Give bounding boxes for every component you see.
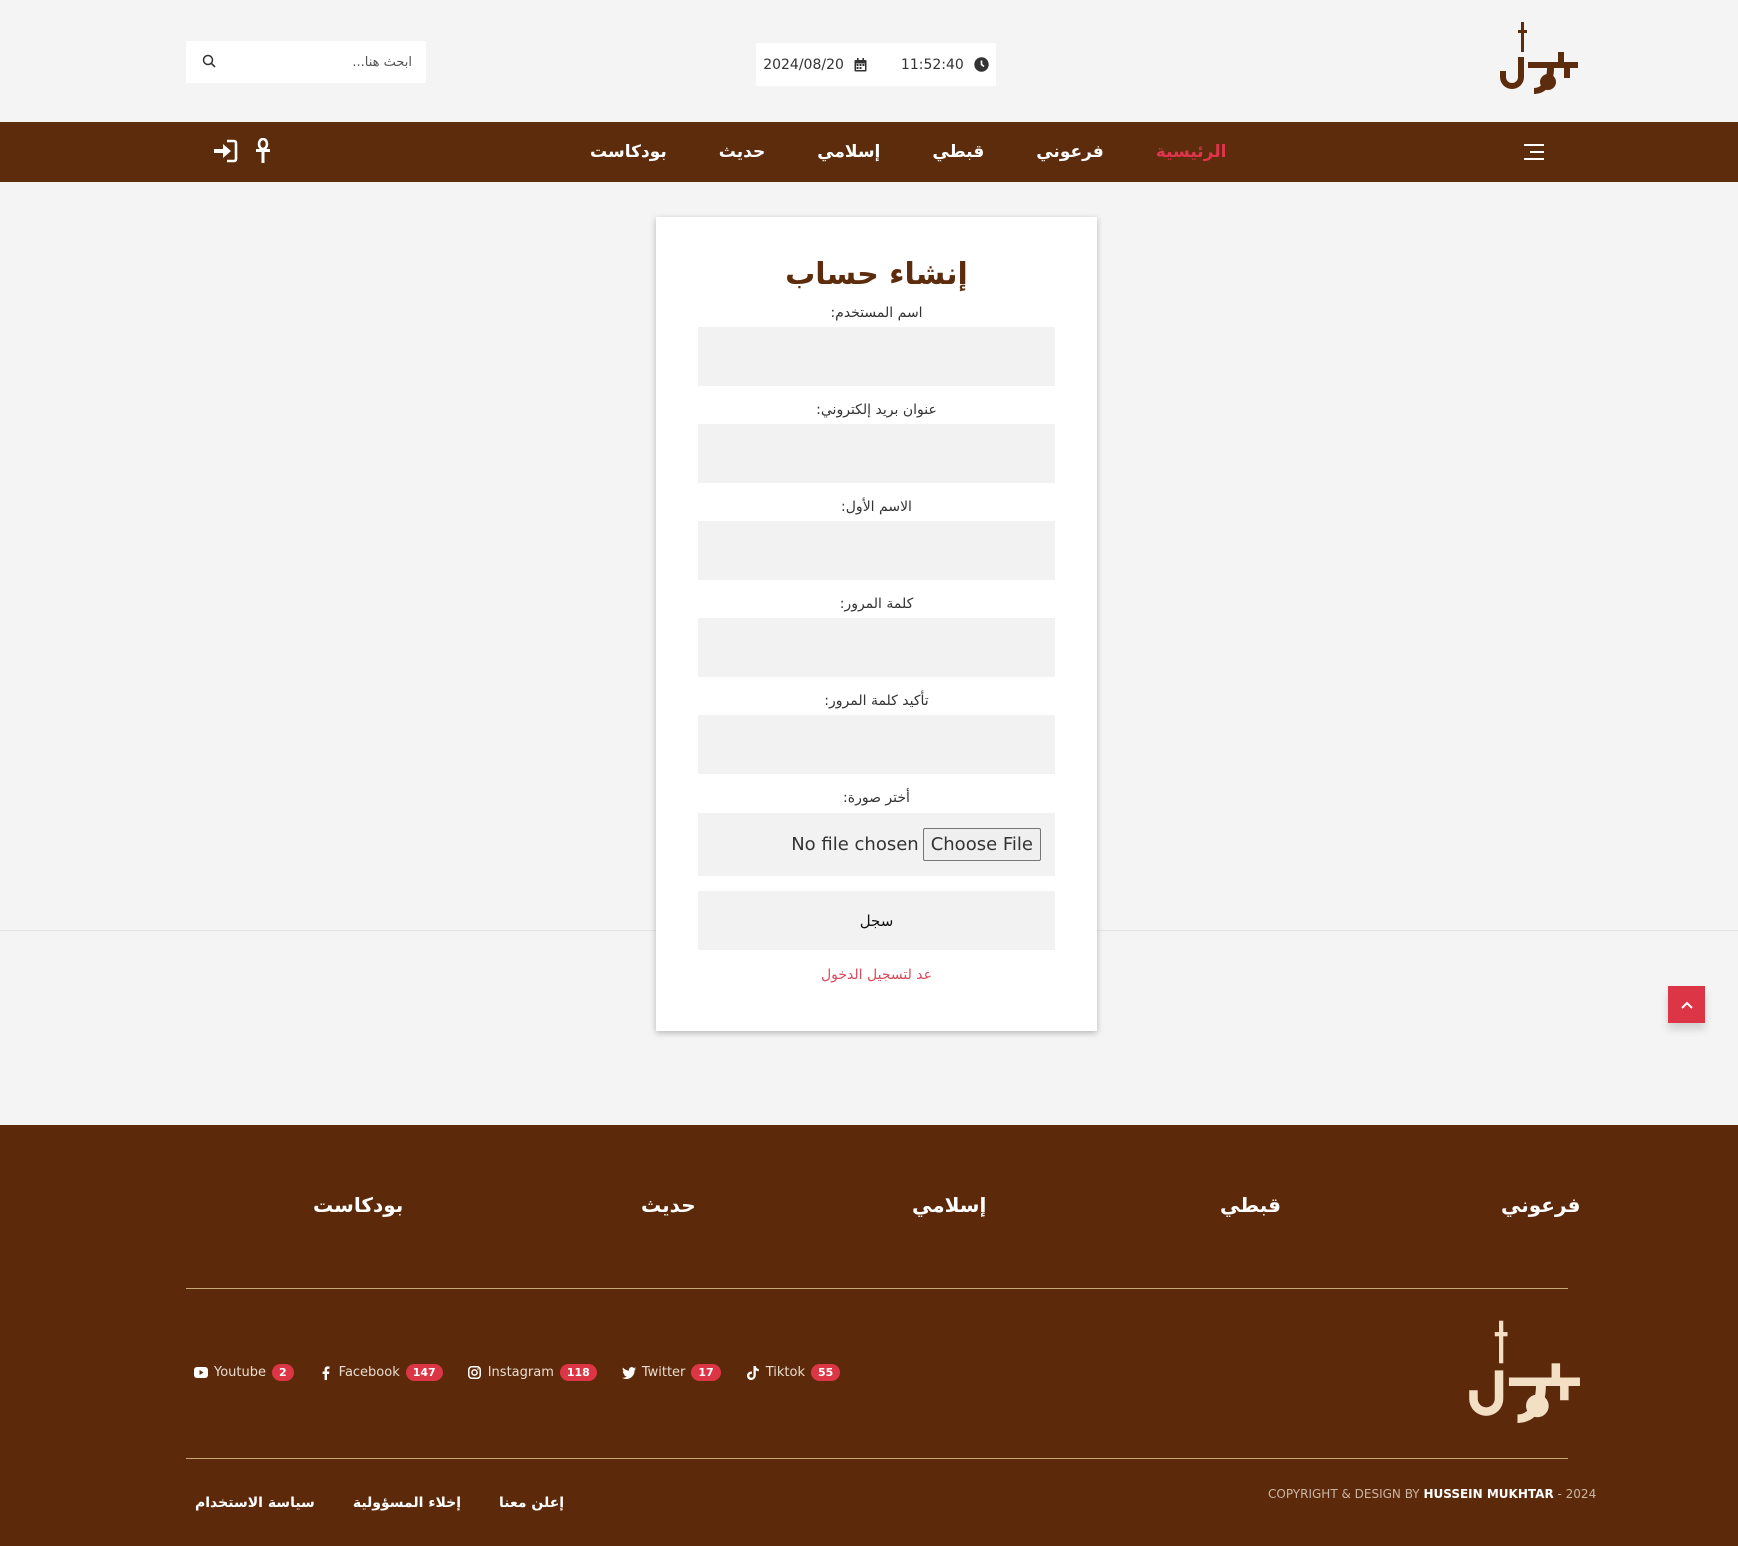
footer-link-podcast[interactable]: بودكاست — [313, 1193, 403, 1217]
nav-item-islamic[interactable]: إسلامي — [817, 142, 880, 162]
ankh-icon[interactable] — [254, 138, 272, 164]
social-name: Tiktok — [765, 1365, 805, 1380]
footer-link-coptic[interactable]: قبطي — [1220, 1193, 1281, 1217]
nav-item-coptic[interactable]: قبطي — [932, 142, 984, 162]
twitter-icon — [621, 1366, 636, 1380]
footer-links: فرعوني قبطي إسلامي حديث بودكاست — [0, 1193, 1738, 1223]
nav-item-home[interactable]: الرئيسية — [1156, 142, 1227, 162]
image-label: أختر صورة: — [843, 790, 910, 806]
date-time-display: 2024/08/20 11:52:40 — [756, 43, 996, 86]
footer: فرعوني قبطي إسلامي حديث بودكاست Youtube … — [0, 1125, 1738, 1546]
nav-item-pharaonic[interactable]: فرعوني — [1036, 142, 1104, 162]
confirm-password-label: تأكيد كلمة المرور: — [824, 693, 929, 709]
legal-link-advertise[interactable]: إعلن معنا — [499, 1495, 564, 1511]
register-button[interactable]: سجل — [698, 891, 1055, 950]
chevron-up-icon — [1680, 1001, 1693, 1009]
social-count-badge: 17 — [691, 1364, 721, 1381]
time-text: 11:52:40 — [900, 56, 964, 73]
file-status: No file chosen — [791, 834, 919, 855]
scroll-to-top-button[interactable] — [1668, 986, 1705, 1023]
top-header: 2024/08/20 11:52:40 — [0, 0, 1738, 122]
social-name: Instagram — [487, 1365, 554, 1380]
choose-file-button[interactable]: Choose File — [922, 828, 1041, 861]
main-nav: الرئيسية فرعوني قبطي إسلامي حديث بودكاست — [0, 122, 1738, 182]
social-count-badge: 147 — [405, 1364, 443, 1381]
nav-item-podcast[interactable]: بودكاست — [590, 142, 667, 162]
signup-card: إنشاء حساب اسم المستخدم: عنوان بريد إلكت… — [656, 217, 1097, 1031]
legal-link-disclaimer[interactable]: إخلاء المسؤولية — [353, 1495, 461, 1511]
firstname-input[interactable] — [698, 521, 1055, 580]
site-logo[interactable] — [1490, 22, 1590, 102]
social-count-badge: 55 — [810, 1364, 841, 1381]
search-icon[interactable] — [202, 53, 216, 72]
login-icon[interactable] — [212, 139, 238, 163]
social-name: Youtube — [214, 1365, 266, 1380]
social-count-badge: 118 — [559, 1364, 597, 1381]
nav-items: الرئيسية فرعوني قبطي إسلامي حديث بودكاست — [590, 122, 1226, 182]
nav-item-modern[interactable]: حديث — [719, 142, 765, 162]
legal-link-usage-policy[interactable]: سياسة الاستخدام — [195, 1495, 315, 1511]
social-youtube[interactable]: Youtube 2 — [194, 1364, 294, 1381]
copyright-author: HUSSEIN MUKHTAR — [1423, 1487, 1554, 1501]
social-facebook[interactable]: Facebook 147 — [319, 1364, 443, 1381]
image-file-input[interactable]: No file chosen Choose File — [698, 813, 1055, 876]
tiktok-icon — [746, 1365, 760, 1380]
username-input[interactable] — [698, 327, 1055, 386]
legal-links: سياسة الاستخدام إخلاء المسؤولية إعلن معن… — [195, 1495, 564, 1511]
confirm-password-input[interactable] — [698, 715, 1055, 774]
date-text: 2024/08/20 — [763, 56, 844, 73]
password-input[interactable] — [698, 618, 1055, 677]
instagram-icon — [468, 1366, 482, 1380]
calendar-icon — [854, 57, 867, 72]
copyright-text: COPYRIGHT & DESIGN BY HUSSEIN MUKHTAR - … — [1268, 1487, 1596, 1501]
footer-logo[interactable] — [1455, 1315, 1597, 1440]
form-title: إنشاء حساب — [785, 257, 968, 292]
youtube-icon — [194, 1366, 208, 1380]
nav-user-icons — [212, 138, 272, 164]
social-name: Twitter — [641, 1365, 686, 1380]
footer-link-islamic[interactable]: إسلامي — [912, 1193, 986, 1217]
social-twitter[interactable]: Twitter 17 — [621, 1364, 721, 1381]
social-count-badge: 2 — [272, 1364, 294, 1381]
email-label: عنوان بريد إلكتروني: — [816, 402, 937, 418]
footer-divider-bottom — [186, 1458, 1568, 1459]
back-to-login-link[interactable]: عد لتسجيل الدخول — [656, 967, 1097, 983]
email-input[interactable] — [698, 424, 1055, 483]
social-name: Facebook — [338, 1365, 400, 1380]
password-label: كلمة المرور: — [839, 596, 914, 612]
menu-icon[interactable] — [1524, 140, 1546, 164]
footer-link-pharaonic[interactable]: فرعوني — [1501, 1193, 1580, 1217]
copyright-year: - 2024 — [1557, 1487, 1597, 1501]
username-label: اسم المستخدم: — [830, 305, 923, 321]
search-box — [186, 41, 426, 83]
clock-icon — [974, 57, 989, 72]
facebook-icon — [319, 1365, 333, 1380]
footer-divider — [186, 1288, 1568, 1289]
copyright-prefix: COPYRIGHT & DESIGN BY — [1268, 1487, 1420, 1501]
social-links: Youtube 2 Facebook 147 Instagram 118 Twi… — [194, 1364, 841, 1381]
social-tiktok[interactable]: Tiktok 55 — [746, 1364, 841, 1381]
social-instagram[interactable]: Instagram 118 — [468, 1364, 597, 1381]
search-input[interactable] — [242, 54, 412, 70]
footer-link-modern[interactable]: حديث — [641, 1193, 696, 1217]
firstname-label: الاسم الأول: — [841, 499, 912, 515]
